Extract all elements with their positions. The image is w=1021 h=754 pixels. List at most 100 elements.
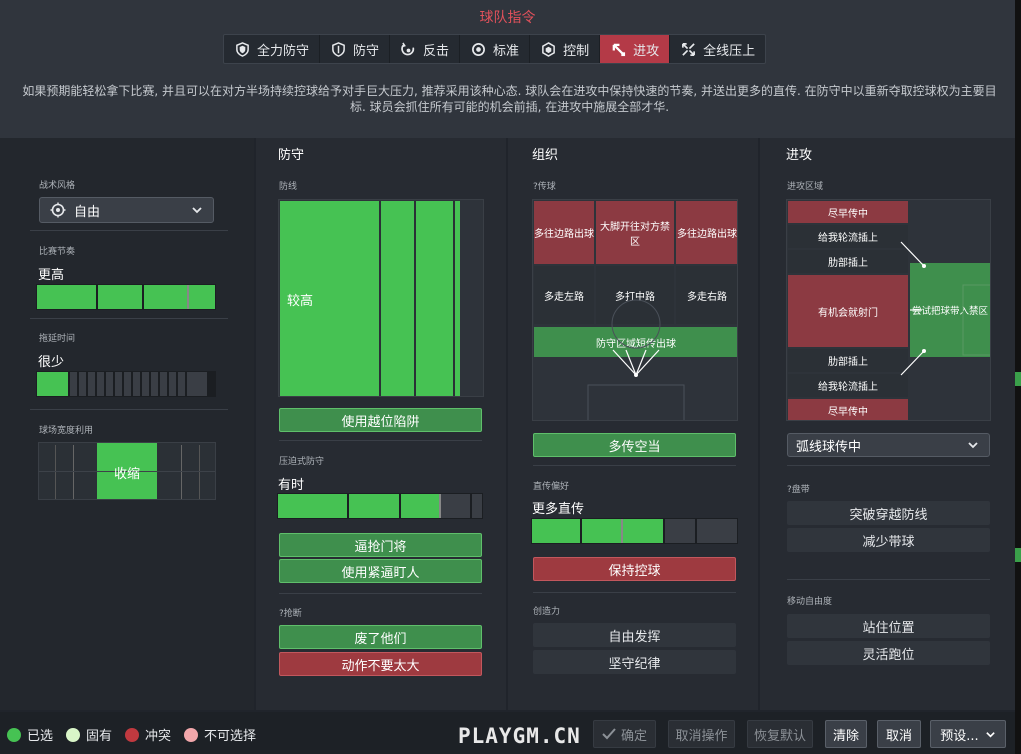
timewasting-segment: [142, 372, 151, 396]
style-value: 自由: [74, 204, 101, 220]
timewasting-segment: [133, 372, 142, 396]
divider: [533, 465, 736, 466]
directness-segment: [665, 519, 697, 543]
shield-icon: [330, 41, 346, 57]
tab-label: 反击: [423, 43, 450, 59]
tab-overload[interactable]: 全线压上: [670, 35, 765, 63]
selected-dot-icon: [7, 727, 21, 742]
buildup-title: 组织: [532, 148, 559, 163]
width-tick: [199, 445, 200, 499]
movement-label: 移动自由度: [787, 597, 833, 607]
tab-balanced[interactable]: 标准: [460, 35, 531, 63]
timewasting-slider[interactable]: [36, 371, 216, 397]
tab-label: 全线压上: [703, 43, 756, 59]
dribble-less-button[interactable]: 减少带球: [787, 528, 990, 552]
presets-label: 预设...: [940, 728, 979, 744]
timewasting-label: 拖延时间: [39, 334, 76, 344]
tab-label: 全力防守: [257, 43, 310, 59]
timewasting-segment: [178, 372, 187, 396]
stay-on-feet-button[interactable]: 动作不要太大: [279, 652, 482, 676]
attack-zone-label: 进攻区域: [787, 182, 824, 192]
divider: [279, 593, 482, 594]
header: 球队指令 全力防守 防守 反击 标准 控制 进攻 全线压上 如果预期能轻松拿下比…: [0, 0, 1015, 138]
timewasting-segment: [160, 372, 169, 396]
defensive-line-label: 防线: [279, 182, 298, 192]
timewasting-segment: [106, 372, 115, 396]
tempo-slider[interactable]: [36, 284, 216, 310]
divider: [30, 409, 228, 410]
directness-segment: [582, 519, 623, 543]
divider: [279, 440, 482, 441]
timewasting-segment: [79, 372, 88, 396]
confirm-button[interactable]: 确定: [593, 720, 656, 748]
width-tick: [55, 445, 56, 499]
defensive-line-value: 较高: [287, 294, 314, 309]
dribble-more-button[interactable]: 突破穿越防线: [787, 501, 990, 525]
line-divider: [453, 201, 455, 396]
legend-label: 不可选择: [204, 729, 257, 744]
tempo-label: 比赛节奏: [39, 247, 76, 257]
tempo-segment: [189, 285, 216, 309]
crossing-dropdown[interactable]: 弧线球传中: [787, 433, 990, 457]
tight-marking-button[interactable]: 使用紧逼盯人: [279, 559, 482, 583]
dribbling-label: ?盘带: [787, 485, 810, 495]
legend-selected: 已选: [7, 725, 53, 744]
tab-counter[interactable]: 反击: [390, 35, 461, 63]
divider: [787, 465, 990, 466]
attack-column: 进攻 进攻区域 尽早传中 给我轮流插上 肋部插上 有机会就射门 肋部插上 给我轮…: [760, 138, 1015, 710]
retain-possession-button[interactable]: 保持控球: [533, 557, 736, 581]
reset-default-button[interactable]: 恢复默认: [747, 720, 813, 748]
directness-slider[interactable]: [531, 518, 738, 544]
timewasting-segment: [124, 372, 133, 396]
undo-button[interactable]: 取消操作: [668, 720, 735, 748]
passing-label: ?传球: [533, 182, 556, 192]
divider: [533, 592, 736, 593]
defensive-line-selector[interactable]: 较高: [278, 199, 484, 397]
cancel-button[interactable]: 取消: [877, 720, 921, 748]
control-icon: [540, 41, 556, 57]
width-selector[interactable]: 收缩: [38, 442, 216, 500]
confirm-label: 确定: [620, 728, 647, 744]
play-into-space-button[interactable]: 多传空当: [533, 433, 736, 457]
tempo-segment: [143, 285, 190, 309]
tab-full-defense[interactable]: 全力防守: [224, 35, 321, 63]
shield-double-icon: [234, 41, 250, 57]
passing-map: 多往边路出球 大脚开往对方禁区 多往边路出球 多走左路 多打中路 多走右路 防守…: [532, 199, 738, 421]
press-segment: [400, 494, 442, 518]
offside-trap-button[interactable]: 使用越位陷阱: [279, 408, 482, 432]
inherent-dot-icon: [66, 727, 80, 742]
overload-icon: [680, 41, 696, 57]
chevron-down-icon: [967, 439, 979, 455]
chevron-down-icon: [985, 729, 996, 740]
legend-unavailable: 不可选择: [184, 725, 256, 744]
directness-label: 直传偏好: [533, 482, 570, 492]
hold-position-button[interactable]: 站住位置: [787, 614, 990, 638]
legend-label: 冲突: [145, 729, 172, 744]
directness-segment: [532, 519, 582, 543]
divider: [30, 230, 228, 231]
presets-button[interactable]: 预设...: [930, 720, 1006, 748]
attack-title: 进攻: [786, 148, 813, 163]
roam-button[interactable]: 灵活跑位: [787, 641, 990, 665]
be-expressive-button[interactable]: 自由发挥: [533, 623, 736, 647]
press-slider[interactable]: [277, 493, 483, 519]
clear-button[interactable]: 清除: [825, 720, 867, 748]
tab-attack[interactable]: 进攻: [600, 35, 671, 63]
watermark: PLAYGM.CN: [458, 724, 581, 748]
tackle-harder-button[interactable]: 废了他们: [279, 625, 482, 649]
be-disciplined-button[interactable]: 坚守纪律: [533, 650, 736, 674]
timewasting-segment: [70, 372, 79, 396]
tab-defense[interactable]: 防守: [320, 35, 391, 63]
defense-title: 防守: [278, 148, 305, 163]
width-tick: [181, 445, 182, 499]
chevron-down-icon: [191, 204, 203, 220]
tab-control[interactable]: 控制: [530, 35, 601, 63]
style-dropdown[interactable]: 自由: [39, 197, 214, 223]
press-goalkeeper-button[interactable]: 逼抢门将: [279, 533, 482, 557]
legend-label: 已选: [27, 729, 54, 744]
mentality-description: 如果预期能轻松拿下比赛, 并且可以在对方半场持续控球给予对手巨大压力, 推荐采用…: [22, 84, 997, 114]
counter-attack-icon: [400, 41, 416, 57]
tab-label: 进攻: [633, 43, 660, 59]
timewasting-value: 很少: [38, 355, 65, 370]
edge-marker: [1015, 548, 1021, 562]
